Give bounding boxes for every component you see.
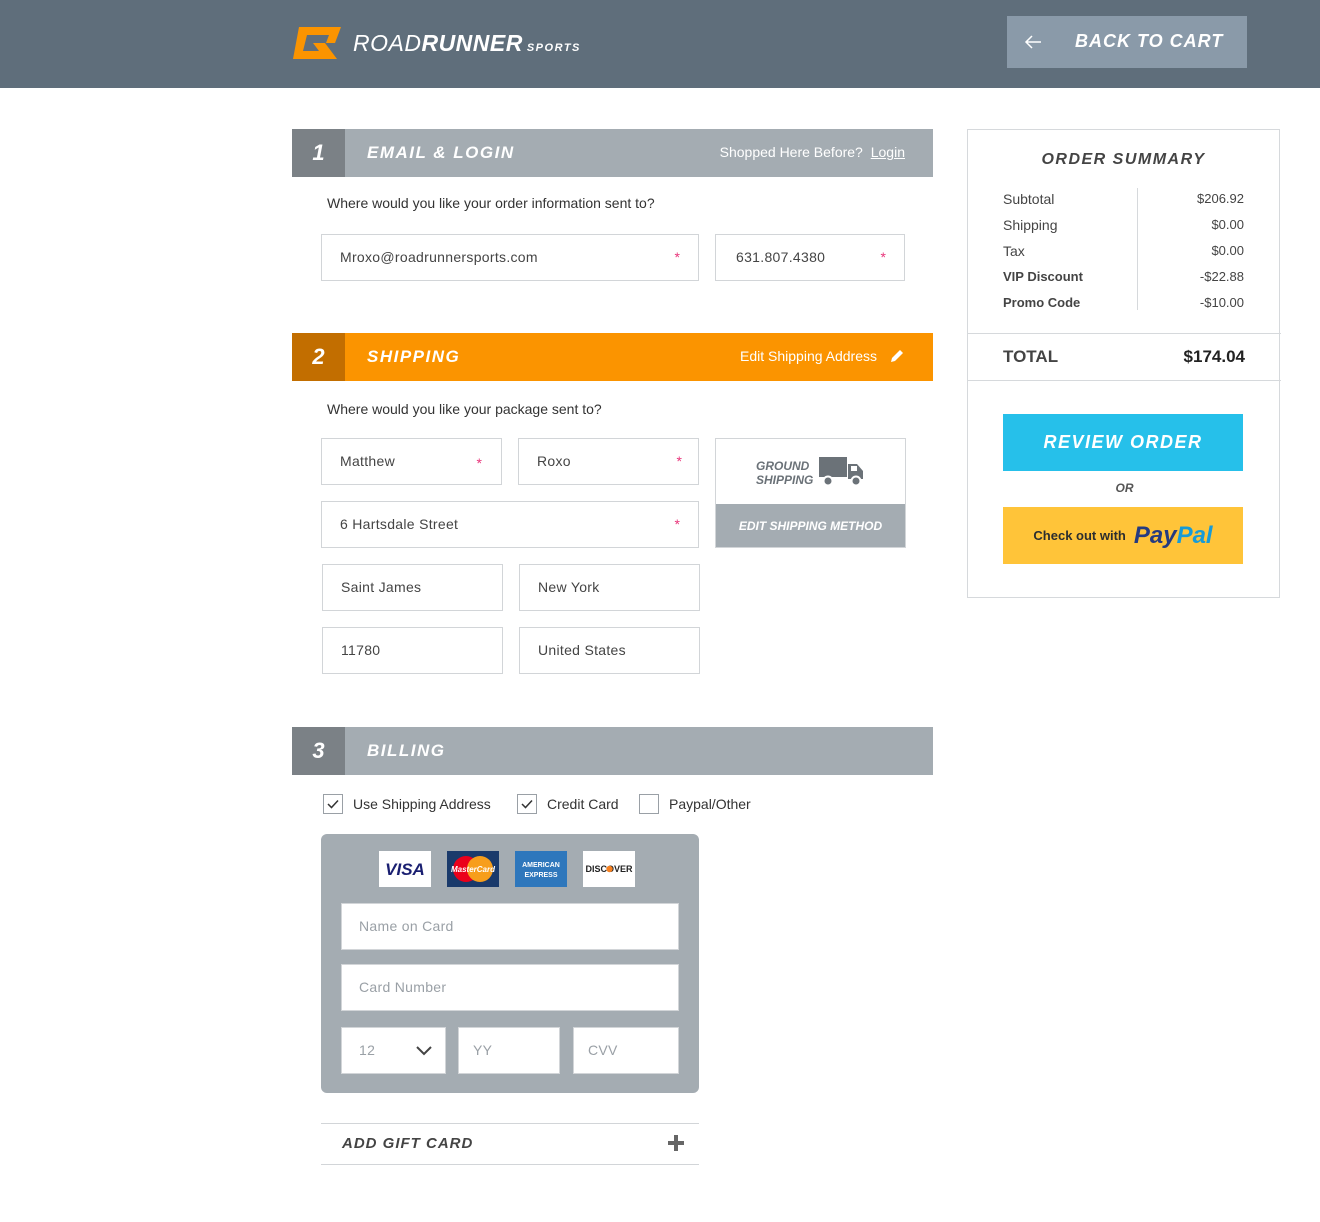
state-value: New York xyxy=(538,579,600,595)
checkbox-box xyxy=(639,794,659,814)
shipping-prompt: Where would you like your package sent t… xyxy=(327,401,602,417)
street-value: 6 Hartsdale Street xyxy=(340,516,459,532)
step-number: 1 xyxy=(292,129,345,177)
total-label: TOTAL xyxy=(1003,347,1059,366)
city-field[interactable]: Saint James xyxy=(322,564,503,611)
amex-icon: AMERICAN EXPRESS xyxy=(515,851,567,887)
chevron-down-icon xyxy=(416,1046,432,1056)
shopped-before-text: Shopped Here Before? Login xyxy=(719,144,905,160)
required-mark: * xyxy=(676,453,682,469)
paypal-other-checkbox[interactable]: Paypal/Other xyxy=(639,794,751,814)
order-summary-title: ORDER SUMMARY xyxy=(1041,151,1206,168)
paypal-logo-pal: Pal xyxy=(1176,521,1213,549)
checkbox-label: Paypal/Other xyxy=(669,796,751,812)
credit-card-panel: VISA MasterCard AMERICAN EXPRESS DISCOVE… xyxy=(321,834,699,1093)
last-name-value: Roxo xyxy=(537,453,571,469)
phone-field[interactable]: 631.807.4380 * xyxy=(715,234,905,281)
billing-header: 3 BILLING xyxy=(292,727,933,775)
zip-field[interactable]: 11780 xyxy=(322,627,503,674)
logo-wordmark: ROADRUNNER SPORTS xyxy=(353,29,581,56)
checkbox-box xyxy=(517,794,537,814)
order-summary: ORDER SUMMARY Subtotal $206.92 Shipping $0… xyxy=(967,129,1281,598)
section-title: SHIPPING xyxy=(367,347,461,366)
use-shipping-address-checkbox[interactable]: Use Shipping Address xyxy=(323,794,491,814)
add-gift-card-toggle[interactable]: ADD GIFT CARD xyxy=(321,1123,699,1165)
svg-text:EXPRESS: EXPRESS xyxy=(524,872,557,879)
paypal-prefix: Check out with xyxy=(1033,528,1126,543)
visa-icon: VISA xyxy=(379,851,431,887)
input-placeholder: Name on Card xyxy=(359,918,454,934)
paypal-checkout-button[interactable]: Check out with Pay Pal xyxy=(1003,507,1243,564)
required-mark: * xyxy=(476,455,482,471)
city-value: Saint James xyxy=(341,579,422,595)
svg-text:VISA: VISA xyxy=(385,860,425,879)
or-separator: OR xyxy=(1115,481,1134,495)
input-placeholder: YY xyxy=(473,1042,493,1058)
zip-value: 11780 xyxy=(341,642,381,658)
name-on-card-input[interactable]: Name on Card xyxy=(341,903,679,950)
first-name-value: Matthew xyxy=(340,453,396,469)
month-value: 12 xyxy=(359,1042,376,1058)
back-to-cart-label: BACK TO CART xyxy=(1075,31,1224,51)
svg-text:AMERICAN: AMERICAN xyxy=(522,862,560,869)
gift-card-label: ADD GIFT CARD xyxy=(342,1135,474,1152)
check-icon xyxy=(327,799,339,809)
login-link[interactable]: Login xyxy=(871,144,905,160)
edit-shipping-address-link[interactable]: Edit Shipping Address xyxy=(740,348,905,364)
roadrunner-logo[interactable]: ROADRUNNER SPORTS xyxy=(291,24,581,62)
total-value: $174.04 xyxy=(1183,347,1245,366)
card-number-input[interactable]: Card Number xyxy=(341,964,679,1011)
shipping-method-label: GROUND SHIPPING xyxy=(756,459,814,487)
section-title: BILLING xyxy=(367,741,446,760)
roadrunner-logo-icon xyxy=(293,27,341,59)
phone-value: 631.807.4380 xyxy=(736,249,826,265)
summary-divider xyxy=(1137,188,1138,310)
discover-icon: DISCOVER xyxy=(583,851,635,887)
pencil-icon xyxy=(891,350,903,362)
summary-total: TOTAL $174.04 xyxy=(967,333,1281,381)
input-placeholder: CVV xyxy=(588,1042,618,1058)
first-name-field[interactable]: Matthew * xyxy=(321,438,502,485)
required-mark: * xyxy=(880,249,886,265)
email-field[interactable]: Mroxo@roadrunnersports.com * xyxy=(321,234,699,281)
plus-icon xyxy=(668,1135,684,1151)
step-number: 3 xyxy=(292,727,345,775)
input-placeholder: Card Number xyxy=(359,979,447,995)
checkbox-label: Use Shipping Address xyxy=(353,796,491,812)
site-header: ROADRUNNER SPORTS BACK TO CART xyxy=(0,0,1320,88)
required-mark: * xyxy=(674,516,680,532)
back-to-cart-button[interactable]: BACK TO CART xyxy=(1007,16,1247,68)
email-prompt: Where would you like your order informat… xyxy=(327,195,655,211)
expiry-year-input[interactable]: YY xyxy=(458,1027,560,1074)
review-order-button[interactable]: REVIEW ORDER xyxy=(1003,414,1243,471)
expiry-month-select[interactable]: 12 xyxy=(341,1027,446,1074)
checkbox-label: Credit Card xyxy=(547,796,619,812)
country-field[interactable]: United States xyxy=(519,627,700,674)
email-value: Mroxo@roadrunnersports.com xyxy=(340,249,538,265)
credit-card-checkbox[interactable]: Credit Card xyxy=(517,794,619,814)
arrow-left-icon xyxy=(1024,35,1041,49)
checkbox-box xyxy=(323,794,343,814)
state-field[interactable]: New York xyxy=(519,564,700,611)
street-field[interactable]: 6 Hartsdale Street * xyxy=(321,501,699,548)
cvv-input[interactable]: CVV xyxy=(573,1027,679,1074)
step-number: 2 xyxy=(292,333,345,381)
mastercard-icon: MasterCard xyxy=(447,851,499,887)
required-mark: * xyxy=(674,249,680,265)
edit-shipping-method-button[interactable]: EDIT SHIPPING METHOD xyxy=(716,504,905,547)
section-title: EMAIL & LOGIN xyxy=(367,143,515,162)
shipping-method-box: GROUND SHIPPING EDIT SHIPPING METHOD xyxy=(715,438,906,548)
truck-icon xyxy=(819,457,863,487)
check-icon xyxy=(521,799,533,809)
shipping-header: 2 SHIPPING Edit Shipping Address xyxy=(292,333,933,381)
paypal-logo-pay: Pay xyxy=(1133,521,1177,549)
country-value: United States xyxy=(538,642,626,658)
svg-text:MasterCard: MasterCard xyxy=(451,865,496,874)
email-login-header: 1 EMAIL & LOGIN Shopped Here Before? Log… xyxy=(292,129,933,177)
last-name-field[interactable]: Roxo * xyxy=(518,438,699,485)
